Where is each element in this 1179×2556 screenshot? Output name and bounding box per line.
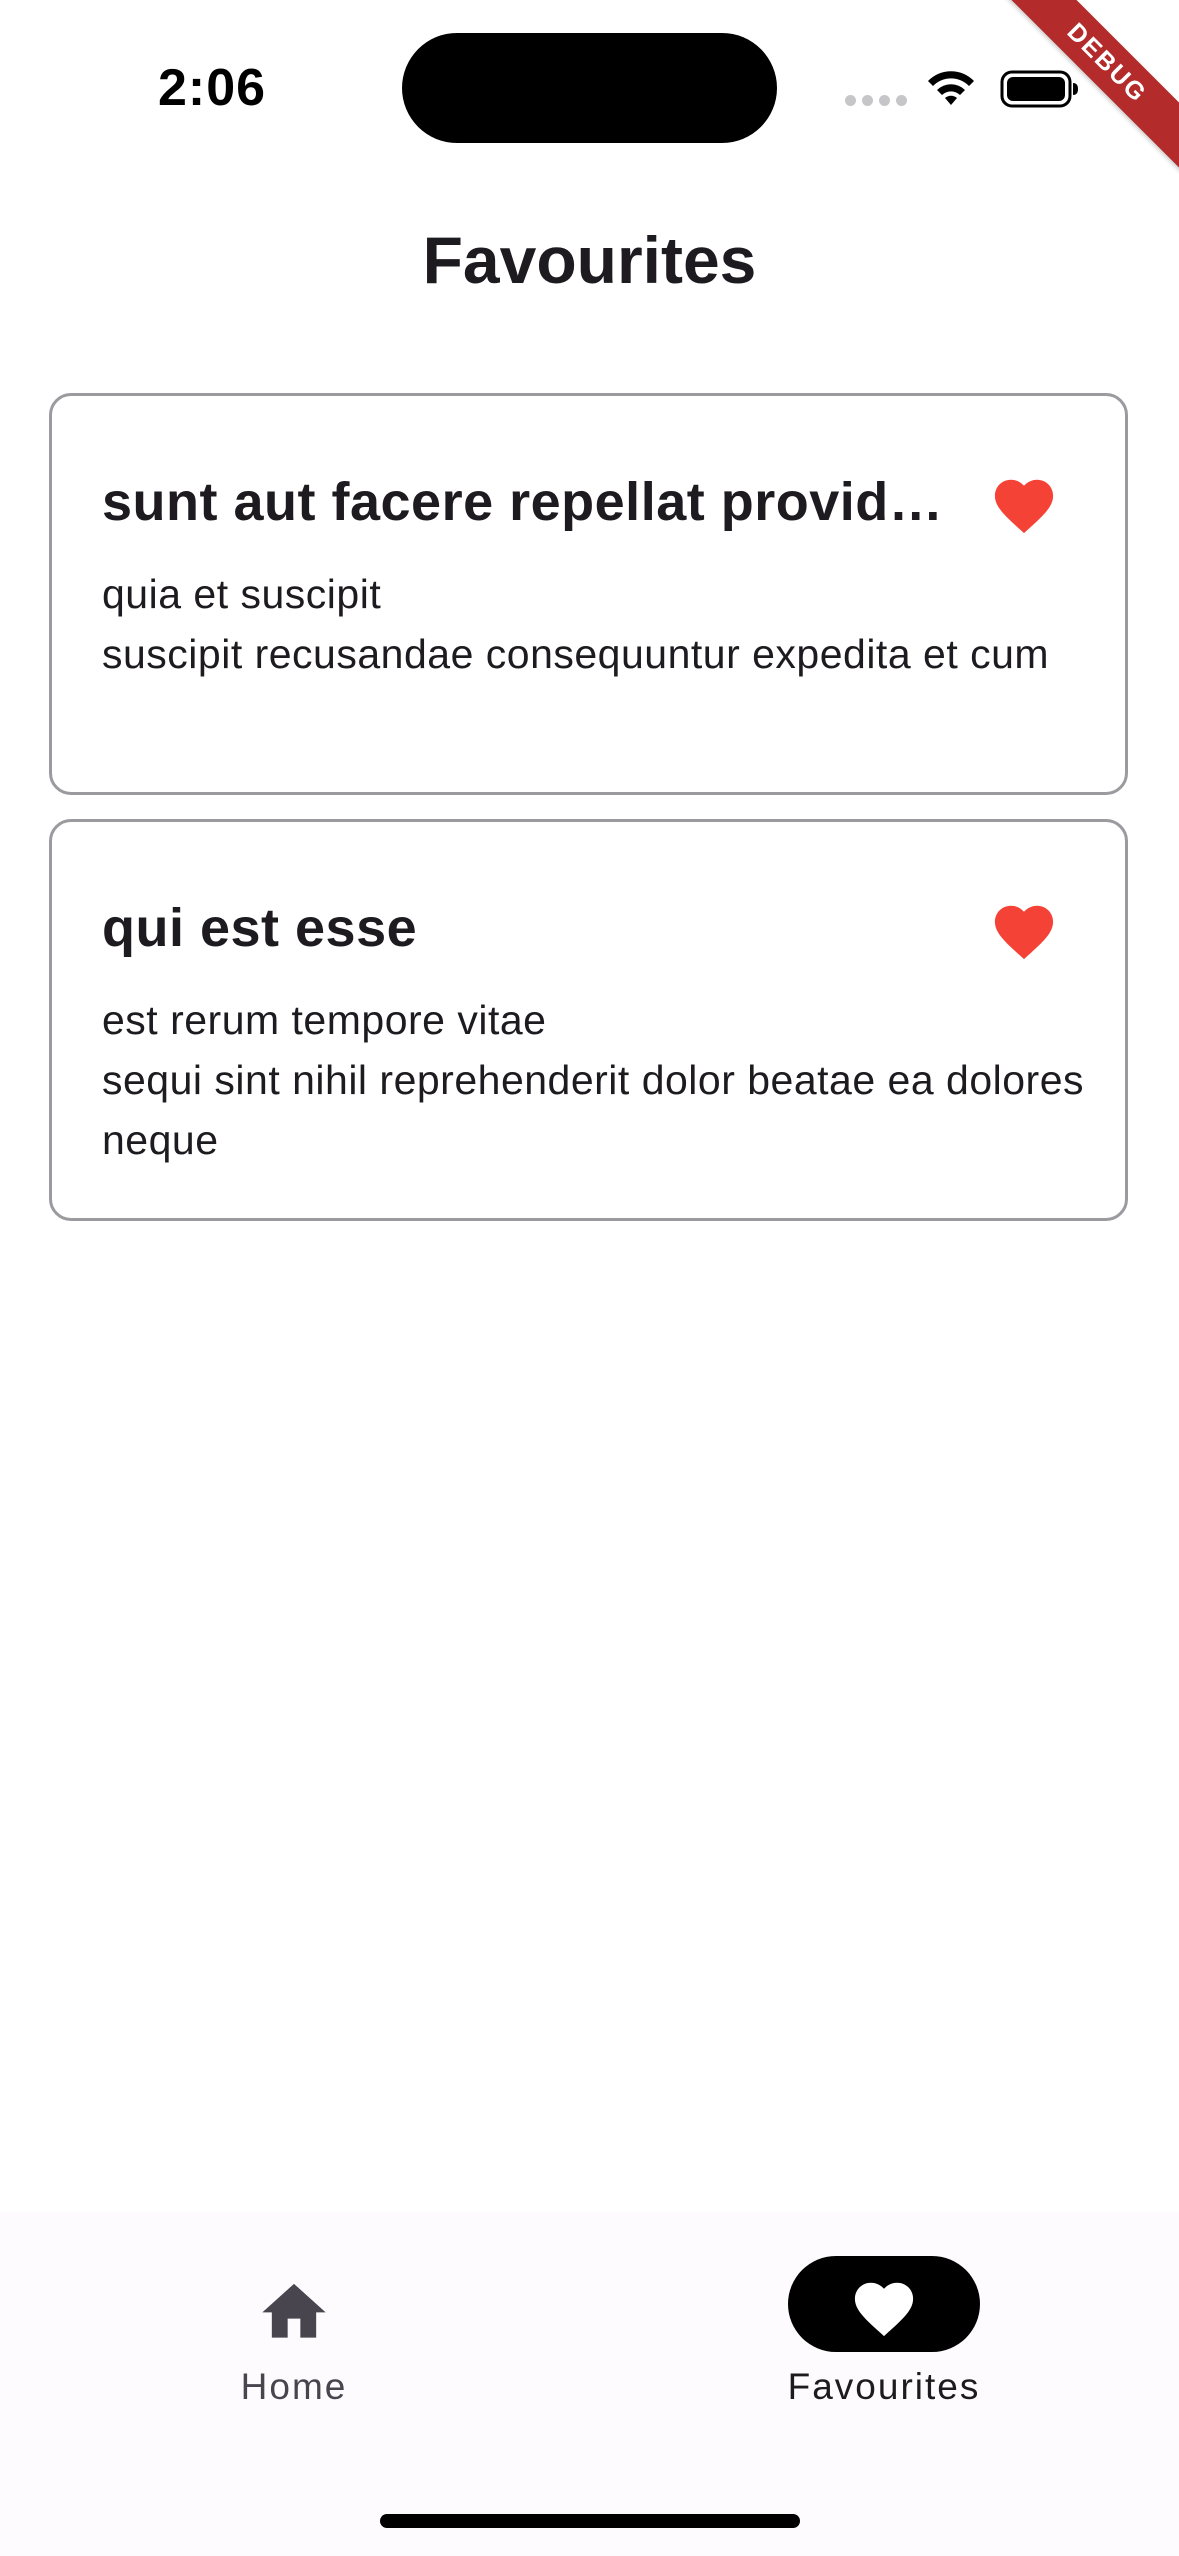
favourite-card-title: sunt aut facere repellat provident occae… — [102, 472, 962, 532]
favourite-card-body: quia et suscipit suscipit recusandae con… — [102, 571, 1050, 677]
bottom-navigation-bar: Home Favourites — [0, 2212, 1179, 2556]
wifi-icon — [928, 71, 974, 105]
home-indicator[interactable] — [380, 2514, 800, 2528]
favourite-card[interactable]: qui est esse est rerum tempore vitae seq… — [49, 819, 1128, 1221]
status-bar-time: 2:06 — [158, 59, 267, 117]
nav-item-favourites[interactable]: Favourites — [684, 2212, 1084, 2432]
favourite-heart-icon[interactable] — [988, 897, 1060, 961]
nav-item-label: Favourites — [787, 2366, 981, 2407]
nav-item-label: Home — [240, 2366, 348, 2407]
dynamic-island — [402, 33, 777, 143]
favourite-heart-icon[interactable] — [988, 471, 1060, 535]
heart-icon — [854, 2282, 914, 2337]
home-icon — [262, 2283, 326, 2338]
battery-icon — [1000, 70, 1078, 108]
cellular-signal-icon — [845, 95, 907, 106]
favourite-card[interactable]: sunt aut facere repellat provident occae… — [49, 393, 1128, 795]
page-title: Favourites — [422, 223, 757, 297]
favourite-card-body: est rerum tempore vitae sequi sint nihil… — [102, 997, 1085, 1163]
favourite-card-title: qui est esse — [102, 898, 418, 958]
nav-item-home[interactable]: Home — [94, 2212, 494, 2432]
